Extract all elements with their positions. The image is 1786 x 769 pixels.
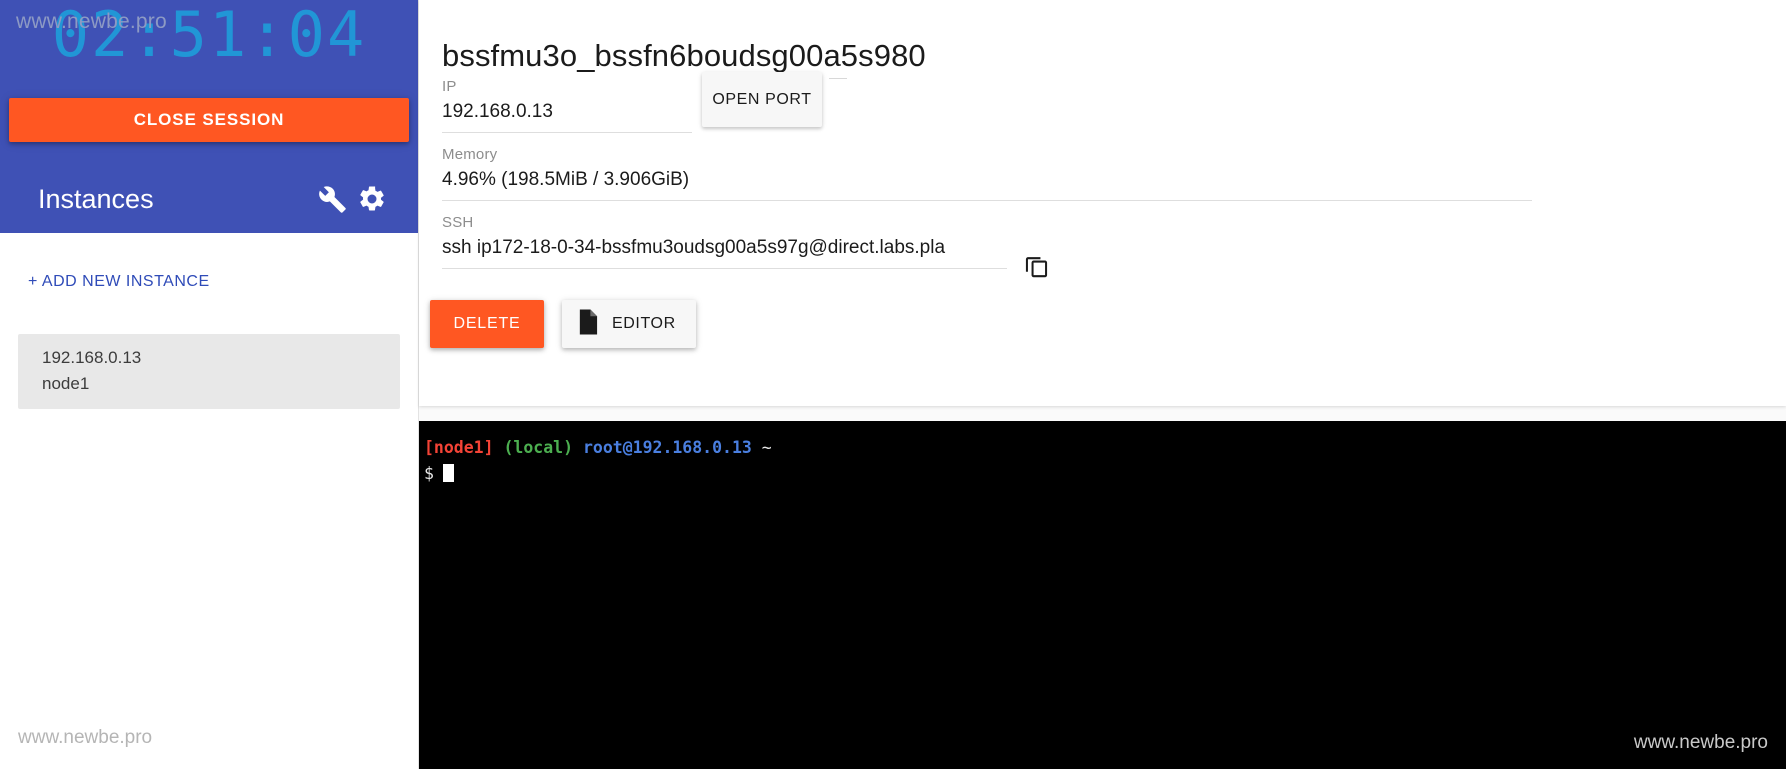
wrench-icon[interactable] <box>312 179 352 219</box>
terminal-user: root@192.168.0.13 <box>582 438 752 457</box>
watermark-bottom: www.newbe.pro <box>18 727 153 748</box>
instance-ip: 192.168.0.13 <box>42 348 142 367</box>
instances-title: Instances <box>38 183 154 214</box>
open-port-button[interactable]: OPEN PORT <box>702 72 822 127</box>
app-root: www.newbe.pro 02:51:04 CLOSE SESSION Ins… <box>0 0 1786 769</box>
gear-icon[interactable] <box>352 179 392 219</box>
instance-detail-card: bssfmu3o_bssfn6boudsg00a5s980 IP 192.168… <box>419 0 1786 406</box>
ip-field: IP 192.168.0.13 <box>442 78 692 133</box>
ip-label: IP <box>442 78 457 95</box>
ssh-field: SSH ssh ip172-18-0-34-bssfmu3oudsg00a5s9… <box>442 214 1007 269</box>
terminal-input-line: $ <box>424 461 1786 487</box>
terminal-prompt-symbol: $ <box>424 463 434 483</box>
close-session-button[interactable]: CLOSE SESSION <box>9 98 409 142</box>
add-new-instance-button[interactable]: + ADD NEW INSTANCE <box>0 233 210 291</box>
ip-value[interactable]: 192.168.0.13 <box>442 101 692 133</box>
ssh-value[interactable]: ssh ip172-18-0-34-bssfmu3oudsg00a5s97g@d… <box>442 237 1007 269</box>
ssh-label: SSH <box>442 214 474 231</box>
instances-toolbar: Instances <box>0 175 418 223</box>
editor-button[interactable]: EDITOR <box>562 300 696 348</box>
sidebar-header: www.newbe.pro 02:51:04 CLOSE SESSION Ins… <box>0 0 418 233</box>
delete-button[interactable]: DELETE <box>430 300 544 348</box>
terminal-cursor <box>442 463 454 482</box>
terminal-host: [node1] <box>424 438 494 457</box>
copy-icon[interactable] <box>1019 248 1053 282</box>
document-icon <box>576 309 599 340</box>
panel-divider <box>419 406 1786 421</box>
terminal-prompt-line: [node1] (local) root@192.168.0.13 ~ <box>424 435 1786 461</box>
instance-name: node1 <box>42 374 90 394</box>
list-item[interactable]: 192.168.0.13 node1 <box>18 334 400 409</box>
terminal[interactable]: [node1] (local) root@192.168.0.13 ~ $ ww… <box>419 421 1786 769</box>
editor-button-label: EDITOR <box>612 315 676 332</box>
terminal-scope: (local) <box>503 438 574 457</box>
sidebar: www.newbe.pro 02:51:04 CLOSE SESSION Ins… <box>0 0 418 769</box>
terminal-cwd: ~ <box>761 438 772 457</box>
memory-label: Memory <box>442 146 498 163</box>
main-panel: bssfmu3o_bssfn6boudsg00a5s980 IP 192.168… <box>418 0 1786 769</box>
port-input-underline <box>829 78 847 79</box>
memory-value: 4.96% (198.5MiB / 3.906GiB) <box>442 169 1532 201</box>
terminal-watermark: www.newbe.pro <box>1633 731 1768 753</box>
memory-field: Memory 4.96% (198.5MiB / 3.906GiB) <box>442 146 1532 201</box>
watermark-top: www.newbe.pro <box>16 10 167 33</box>
action-buttons: DELETE EDITOR <box>430 300 696 348</box>
sidebar-body: + ADD NEW INSTANCE 192.168.0.13 node1 ww… <box>0 233 418 769</box>
page-title: bssfmu3o_bssfn6boudsg00a5s980 <box>442 38 926 73</box>
